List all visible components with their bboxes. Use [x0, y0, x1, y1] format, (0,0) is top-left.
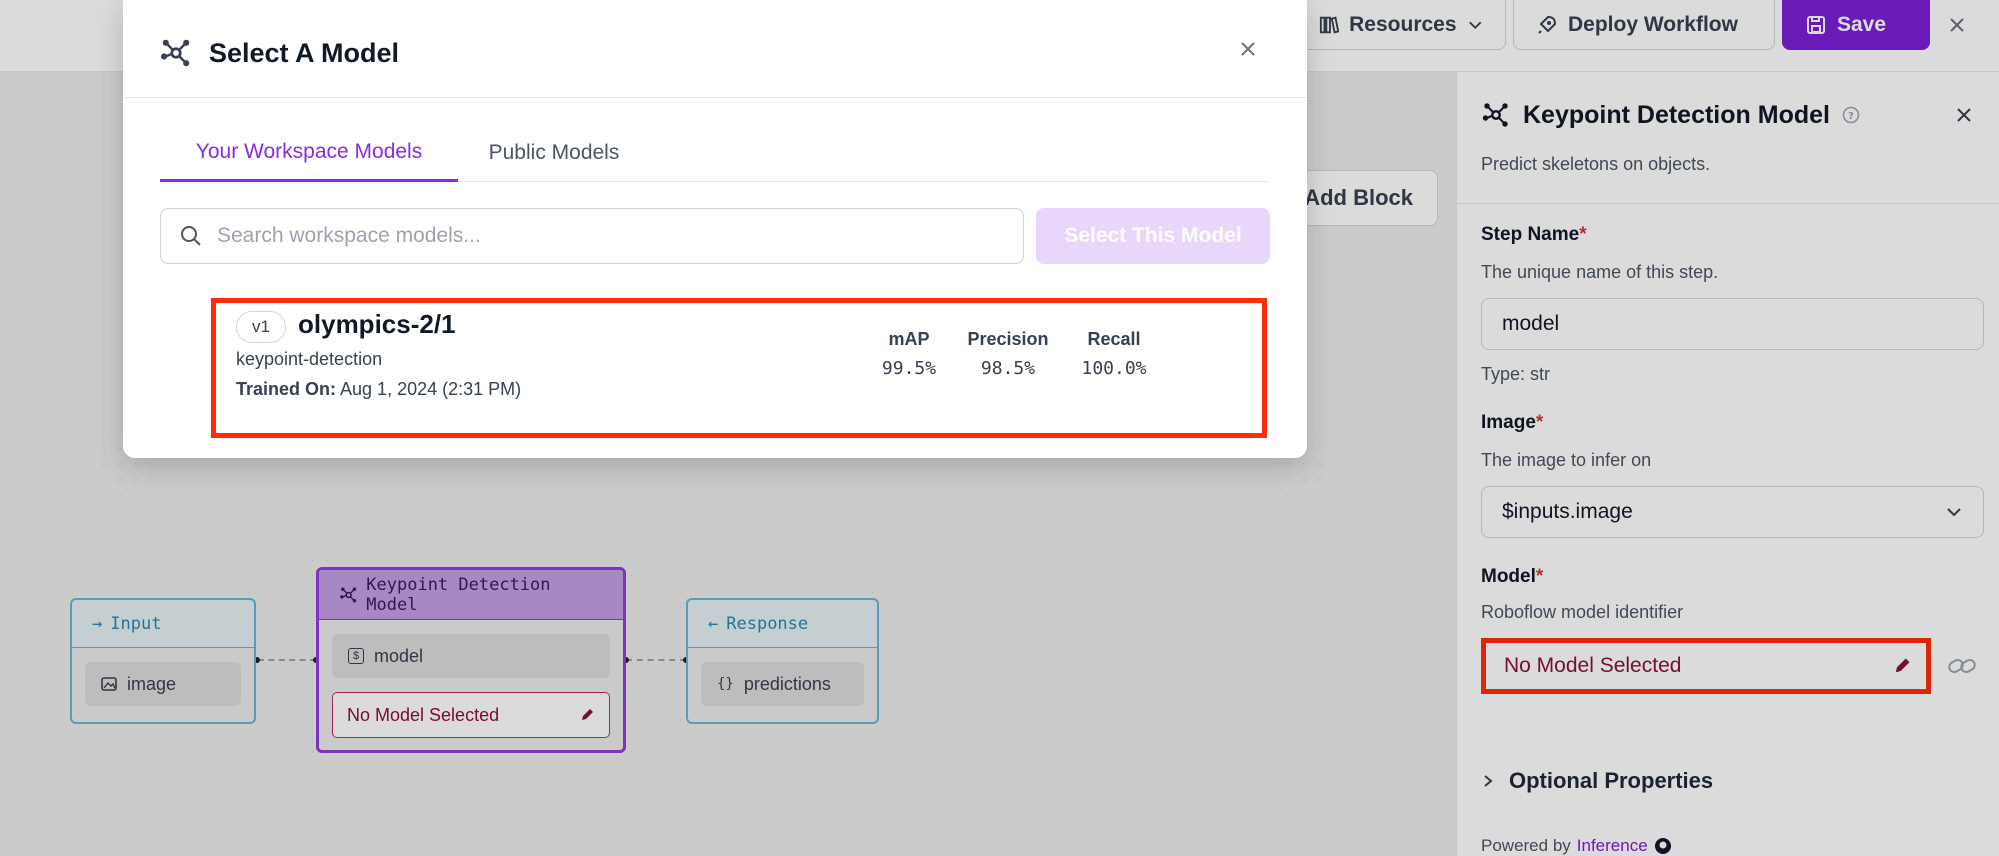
- metric-map: mAP 99.5%: [854, 329, 964, 379]
- metric-value: 99.5%: [881, 358, 937, 379]
- model-tabs: Your Workspace Models Public Models: [160, 124, 1270, 182]
- model-name: olympics-2/1: [298, 309, 456, 339]
- select-this-model-button[interactable]: Select This Model: [1036, 208, 1270, 264]
- metric-label: mAP: [888, 329, 930, 349]
- modal-title: Select A Model: [159, 36, 399, 70]
- metric-precision: Precision 98.5%: [953, 329, 1063, 379]
- tab-workspace-models[interactable]: Your Workspace Models: [160, 124, 458, 182]
- keypoint-icon: [161, 39, 190, 67]
- metric-label: Precision: [967, 329, 1049, 349]
- metric-recall: Recall 100.0%: [1059, 329, 1169, 379]
- select-model-modal: Select A Model Your Workspace Models Pub…: [123, 0, 1307, 458]
- trained-on-value: Aug 1, 2024 (2:31 PM): [340, 379, 522, 399]
- modal-title-text: Select A Model: [209, 37, 400, 68]
- metric-value: 98.5%: [980, 358, 1036, 379]
- model-search: [160, 208, 1024, 264]
- search-input[interactable]: [217, 224, 977, 248]
- trained-on: Trained On: Aug 1, 2024 (2:31 PM): [236, 379, 521, 400]
- modal-header: Select A Model: [123, 0, 1307, 98]
- search-icon: [181, 226, 201, 246]
- metric-label: Recall: [1087, 329, 1141, 349]
- trained-on-label: Trained On:: [236, 379, 337, 399]
- model-list-item[interactable]: v1 olympics-2/1 keypoint-detection Train…: [211, 298, 1267, 438]
- version-badge: v1: [236, 311, 286, 343]
- metric-value: 100.0%: [1081, 358, 1147, 379]
- close-icon: [1241, 42, 1255, 56]
- model-type: keypoint-detection: [236, 349, 383, 369]
- modal-close-button[interactable]: [1239, 40, 1257, 63]
- tab-public-models[interactable]: Public Models: [458, 124, 650, 182]
